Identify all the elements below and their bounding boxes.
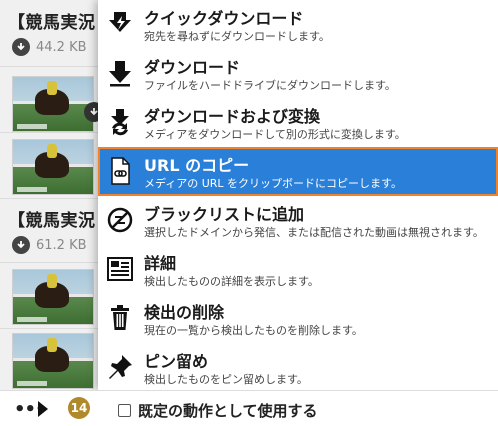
menu-item-download[interactable]: ダウンロード ファイルをハードドライブにダウンロードします。 [98, 49, 498, 98]
menu-item-details[interactable]: 詳細 検出したものの詳細を表示します。 [98, 245, 498, 294]
details-icon [106, 255, 134, 283]
count-badge: 14 [68, 397, 90, 419]
quick-download-icon [106, 10, 134, 38]
menu-item-blacklist[interactable]: ブラックリストに追加 選択したドメインから発信、または配信された動画は無視されま… [98, 196, 498, 245]
play-icon[interactable] [38, 401, 48, 417]
download-icon[interactable] [12, 38, 30, 56]
menu-item-title: 詳細 [144, 254, 177, 273]
group-size-label: 61.2 KB [36, 237, 87, 253]
group-title[interactable]: 【競馬実況 [8, 206, 96, 231]
menu-item-pin[interactable]: ピン留め 検出したものをピン留めします。 [98, 343, 498, 392]
menu-item-desc: メディアをダウンロードして別の形式に変換します。 [144, 128, 406, 141]
download-convert-icon [106, 108, 134, 136]
download-icon[interactable] [12, 236, 30, 254]
menu-item-title: ブラックリストに追加 [144, 205, 305, 224]
menu-item-desc: 選択したドメインから発信、または配信された動画は無視されます。 [144, 226, 484, 239]
default-action-label[interactable]: 既定の動作として使用する [138, 400, 318, 421]
media-thumbnail[interactable] [12, 333, 94, 389]
copy-url-icon [106, 157, 134, 185]
context-menu: クイックダウンロード 宛先を尋ねずにダウンロードします。 ダウンロード ファイル… [98, 0, 498, 390]
menu-item-desc: 検出したものの詳細を表示します。 [144, 275, 319, 288]
menu-item-title: クイックダウンロード [144, 9, 304, 28]
menu-item-desc: 宛先を尋ねずにダウンロードします。 [144, 30, 330, 43]
menu-item-title: ダウンロードおよび変換 [144, 107, 321, 126]
menu-item-title: URL のコピー [144, 156, 250, 175]
group-size: 44.2 KB [12, 38, 87, 56]
pin-icon [106, 353, 134, 381]
download-icon [106, 59, 134, 87]
menu-item-desc: メディアの URL をクリップボードにコピーします。 [144, 177, 402, 190]
default-action-checkbox[interactable] [118, 404, 131, 417]
group-size: 61.2 KB [12, 236, 87, 254]
menu-item-title: ダウンロード [144, 58, 241, 77]
media-thumbnail[interactable] [12, 139, 94, 195]
trash-icon [106, 304, 134, 332]
blacklist-icon [106, 206, 134, 234]
menu-item-quick-download[interactable]: クイックダウンロード 宛先を尋ねずにダウンロードします。 [98, 0, 498, 49]
menu-item-desc: 検出したものをピン留めします。 [144, 373, 308, 386]
group-title[interactable]: 【競馬実況 [8, 8, 96, 33]
group-size-label: 44.2 KB [36, 39, 87, 55]
menu-item-delete[interactable]: 検出の削除 現在の一覧から検出したものを削除します。 [98, 294, 498, 343]
menu-item-title: 検出の削除 [144, 303, 225, 322]
media-thumbnail[interactable] [12, 76, 94, 132]
menu-item-download-convert[interactable]: ダウンロードおよび変換 メディアをダウンロードして別の形式に変換します。 [98, 98, 498, 147]
media-thumbnail[interactable] [12, 269, 94, 325]
menu-item-desc: 現在の一覧から検出したものを削除します。 [144, 324, 363, 337]
menu-item-copy-url[interactable]: URL のコピー メディアの URL をクリップボードにコピーします。 [98, 147, 498, 196]
menu-item-title: ピン留め [144, 352, 209, 371]
menu-item-desc: ファイルをハードドライブにダウンロードします。 [144, 79, 396, 92]
bottom-bar: ••• 14 既定の動作として使用する [0, 390, 498, 426]
